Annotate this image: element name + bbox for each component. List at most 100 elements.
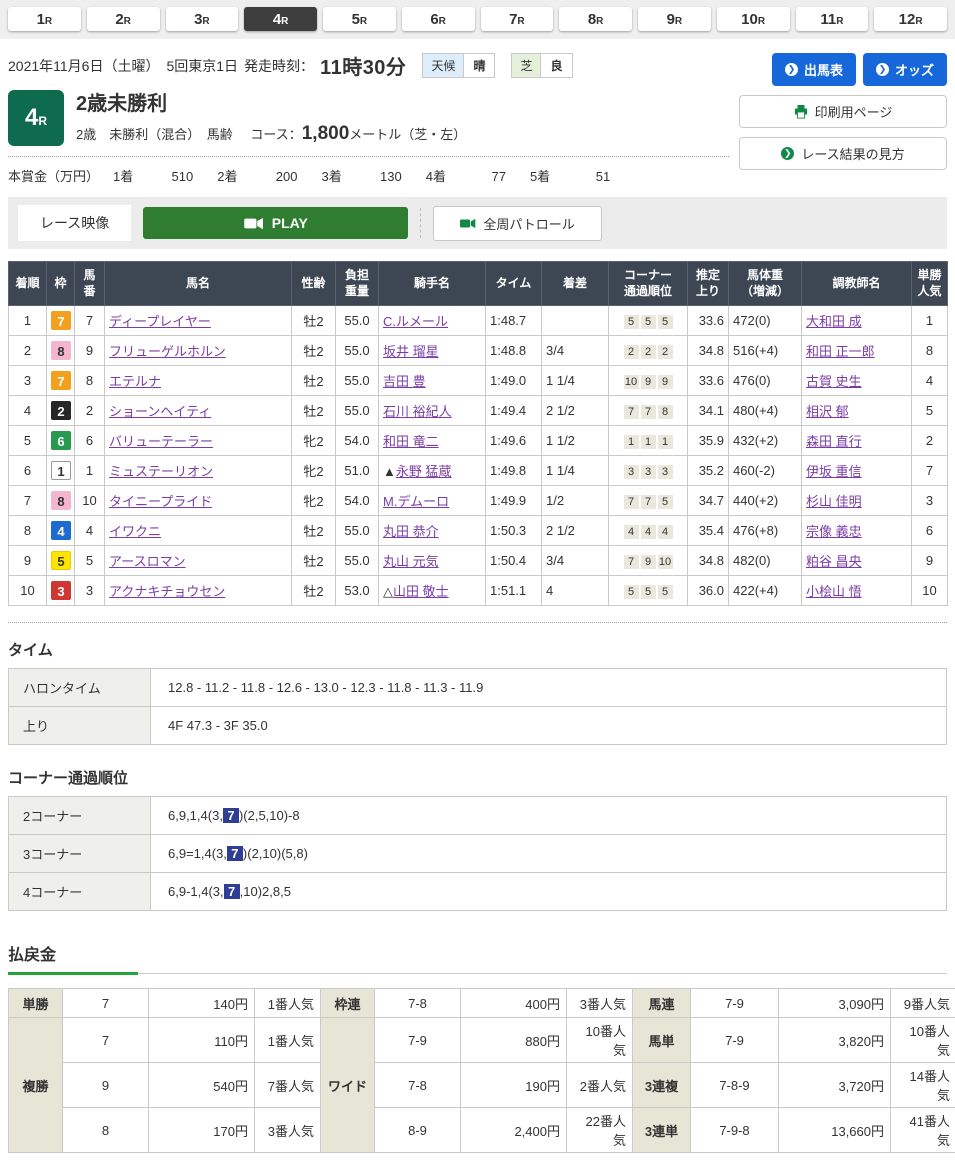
race-tab-10r[interactable]: 10R [717,7,790,31]
jockey-link[interactable]: 山田 敬士 [393,584,449,599]
jockey-cell: 石川 裕紀人 [379,396,486,426]
horse-name-cell: イワクニ [105,516,292,546]
jockey-link[interactable]: 丸田 恭介 [383,524,439,539]
corner-position: 4 [624,525,639,539]
jockey-link[interactable]: 吉田 豊 [383,374,426,389]
weight-cell: 55.0 [336,366,379,396]
horse-link[interactable]: タイニープライド [109,494,212,509]
jockey-link[interactable]: 丸山 元気 [383,554,439,569]
popularity-cell: 4 [912,366,948,396]
payout-combo-cell: 7-8-9 [691,1063,779,1108]
horse-name-cell: アースロマン [105,546,292,576]
payout-amt-cell: 3,820円 [779,1018,891,1063]
jockey-link[interactable]: 永野 猛蔵 [396,464,452,479]
trainer-link[interactable]: 小桧山 悟 [806,584,862,599]
patrol-video-button[interactable]: 全周パトロール [433,206,601,241]
race-tab-5r[interactable]: 5R [323,7,396,31]
print-page-button[interactable]: 印刷用ページ [739,95,947,128]
race-tab-11r[interactable]: 11R [796,7,869,31]
jockey-link[interactable]: 坂井 瑠星 [383,344,439,359]
video-strip: レース映像 PLAY 全周パトロール [8,197,947,249]
trainer-link[interactable]: 森田 直行 [806,434,862,449]
horse-link[interactable]: エテルナ [109,374,161,389]
entry-table-button[interactable]: ❯ 出馬表 [772,53,856,86]
payout-amt-cell: 880円 [461,1018,567,1063]
race-tab-7r[interactable]: 7R [481,7,554,31]
race-conditions: 2歳 未勝利（混合） 馬齢 コース：1,800メートル（芝・左） [76,123,466,145]
result-guide-button[interactable]: ❯ レース結果の見方 [739,137,947,170]
trainer-cell: 相沢 郁 [802,396,912,426]
printer-icon [794,105,808,119]
highlighted-horse-number: 7 [223,808,239,823]
corner-position: 1 [658,435,673,449]
payout-pop-cell: 3番人気 [255,1108,321,1153]
jockey-cell: M.デムーロ [379,486,486,516]
popularity-cell: 8 [912,336,948,366]
race-tab-4r[interactable]: 4R [244,7,317,31]
jockey-link[interactable]: 石川 裕紀人 [383,404,452,419]
time-row-label: ハロンタイム [9,669,151,707]
horse-link[interactable]: バリューテーラー [109,434,213,449]
margin-cell: 1/2 [542,486,609,516]
weather-badge: 天候 晴 [422,53,495,78]
payout-row: 8170円3番人気8-92,400円22番人気3連単7-9-813,660円41… [9,1108,955,1153]
corner-position: 2 [624,345,639,359]
race-tab-8r[interactable]: 8R [559,7,632,31]
trainer-link[interactable]: 粕谷 昌央 [806,554,862,569]
horse-name-cell: バリューテーラー [105,426,292,456]
prize-rank: 2着 [217,166,237,185]
time-row-label: 上り [9,707,151,745]
odds-button[interactable]: ❯ オッズ [863,53,947,86]
trainer-cell: 大和田 成 [802,306,912,336]
horse-link[interactable]: ディープレイヤー [109,314,211,329]
sex-age-cell: 牡2 [292,396,336,426]
horse-link[interactable]: アクナキチョウセン [109,584,225,599]
race-header-right: ❯ 出馬表 ❯ オッズ 印刷用ページ ❯ レース結果の見方 [729,51,947,187]
prize-rank: 1着 [113,166,133,185]
payout-pop-cell: 3番人気 [567,989,633,1018]
popularity-cell: 9 [912,546,948,576]
trainer-link[interactable]: 杉山 佳明 [806,494,862,509]
horse-link[interactable]: イワクニ [109,524,161,539]
payout-plabel-cell: 3連単 [633,1108,691,1153]
trainer-link[interactable]: 古賀 史生 [806,374,862,389]
horse-link[interactable]: アースロマン [109,554,186,569]
sex-age-cell: 牡2 [292,516,336,546]
race-tab-9r[interactable]: 9R [638,7,711,31]
corner-order-cell: 555 [609,576,688,606]
trainer-link[interactable]: 大和田 成 [806,314,862,329]
horse-link[interactable]: フリューゲルホルン [109,344,226,359]
race-tab-12r[interactable]: 12R [874,7,947,31]
trainer-link[interactable]: 宗像 義忠 [806,524,862,539]
race-tab-number: 10 [741,11,758,28]
jockey-link[interactable]: 和田 竜二 [383,434,439,449]
race-tab-suffix: R [45,16,52,27]
waku-cell: 3 [47,576,75,606]
corner-order-cell: 7910 [609,546,688,576]
rank-cell: 4 [9,396,47,426]
jockey-link[interactable]: M.デムーロ [383,494,449,509]
horse-weight-cell: 460(-2) [729,456,802,486]
popularity-cell: 5 [912,396,948,426]
race-tab-1r[interactable]: 1R [8,7,81,31]
corner-order-cell: 778 [609,396,688,426]
time-row: ハロンタイム12.8 - 11.2 - 11.8 - 12.6 - 13.0 -… [9,669,947,707]
jockey-link[interactable]: C.ルメール [383,314,448,329]
play-button[interactable]: PLAY [143,207,408,239]
jockey-cell: ▲永野 猛蔵 [379,456,486,486]
popularity-cell: 3 [912,486,948,516]
trainer-link[interactable]: 相沢 郁 [806,404,849,419]
corner-position: 5 [624,585,639,599]
horse-number-cell: 7 [75,306,105,336]
race-tab-2r[interactable]: 2R [87,7,160,31]
results-column-header: 性齢 [292,262,336,306]
race-tab-3r[interactable]: 3R [166,7,239,31]
horse-link[interactable]: ショーンヘイティ [109,404,211,419]
horse-link[interactable]: ミュステーリオン [109,464,213,479]
race-tab-6r[interactable]: 6R [402,7,475,31]
corner-position: 5 [658,315,673,329]
trainer-link[interactable]: 和田 正一郎 [806,344,875,359]
corner-row-value: 6,9,1,4(3,7)(2,5,10)-8 [151,797,947,835]
corner-order-cell: 111 [609,426,688,456]
trainer-link[interactable]: 伊坂 重信 [806,464,862,479]
